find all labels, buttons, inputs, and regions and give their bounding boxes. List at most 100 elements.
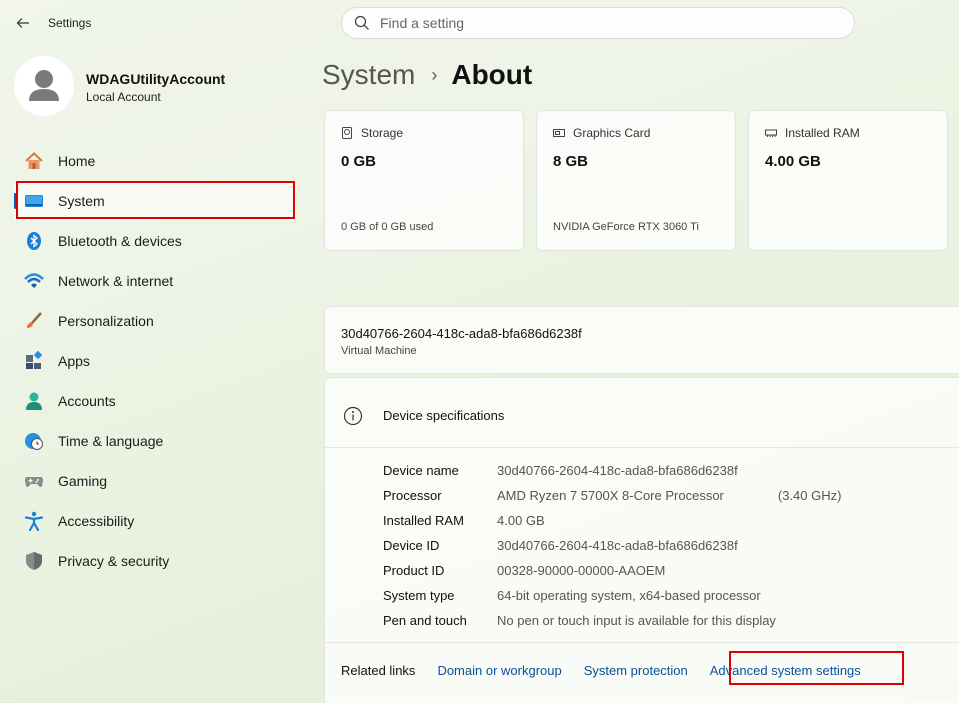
- graphics-model: NVIDIA GeForce RTX 3060 Ti: [553, 221, 699, 233]
- search-input[interactable]: [380, 15, 820, 31]
- title-bar: Settings: [0, 0, 320, 46]
- account-type: Local Account: [86, 90, 161, 104]
- spec-value: 30d40766-2604-418c-ada8-bfa686d6238f: [497, 538, 738, 553]
- storage-card[interactable]: Storage 0 GB 0 GB of 0 GB used: [324, 110, 524, 251]
- sidebar-item-privacy-security[interactable]: Privacy & security: [14, 541, 296, 581]
- graphics-card-title: Graphics Card: [553, 126, 650, 140]
- spec-key: Device ID: [383, 538, 440, 553]
- breadcrumb-parent[interactable]: System: [322, 59, 415, 91]
- device-name: 30d40766-2604-418c-ada8-bfa686d6238f: [341, 326, 582, 341]
- spec-key: System type: [383, 588, 455, 603]
- storage-value: 0 GB: [341, 153, 377, 170]
- sidebar-item-label: Personalization: [58, 313, 154, 329]
- storage-card-title: Storage: [341, 126, 403, 140]
- sidebar-item-apps[interactable]: Apps: [14, 341, 296, 381]
- system-icon: [24, 191, 44, 211]
- related-links-label: Related links: [341, 663, 416, 678]
- sidebar-item-network[interactable]: Network & internet: [14, 261, 296, 301]
- sidebar-item-label: Bluetooth & devices: [58, 233, 182, 249]
- table-row: System type 64-bit operating system, x64…: [383, 583, 841, 608]
- sidebar-item-label: Privacy & security: [58, 553, 170, 569]
- advanced-system-settings-link[interactable]: Advanced system settings: [710, 663, 861, 678]
- arrow-left-icon: [16, 18, 29, 28]
- sidebar-item-label: Apps: [58, 353, 90, 369]
- chevron-right-icon: ›: [431, 64, 438, 85]
- spec-value: AMD Ryzen 7 5700X 8-Core Processor: [497, 488, 724, 503]
- table-row: Product ID 00328-90000-00000-AAOEM: [383, 558, 841, 583]
- sidebar-item-label: Network & internet: [58, 273, 174, 289]
- page-title: About: [451, 59, 533, 90]
- spec-value: 4.00 GB: [497, 513, 545, 528]
- sidebar-nav: Home System Bluetooth & devices Network …: [14, 141, 296, 581]
- sidebar-item-system[interactable]: System: [14, 181, 296, 221]
- accounts-icon: [24, 391, 44, 411]
- sidebar-item-accessibility[interactable]: Accessibility: [14, 501, 296, 541]
- sidebar-item-accounts[interactable]: Accounts: [14, 381, 296, 421]
- storage-icon: [342, 127, 352, 139]
- spec-key: Product ID: [383, 563, 445, 578]
- spec-value: 00328-90000-00000-AAOEM: [497, 563, 666, 578]
- info-icon: [343, 406, 363, 426]
- app-title: Settings: [48, 16, 92, 30]
- device-specifications-panel: Device specifications Device name 30d407…: [324, 377, 959, 703]
- sidebar-item-label: Accounts: [58, 393, 116, 409]
- search-box[interactable]: [341, 7, 855, 39]
- bluetooth-icon: [24, 231, 44, 251]
- spec-value: 30d40766-2604-418c-ada8-bfa686d6238f: [497, 463, 738, 478]
- home-icon: [24, 151, 44, 171]
- shield-icon: [24, 551, 44, 571]
- storage-usage: 0 GB of 0 GB used: [341, 221, 434, 233]
- spec-extra-value: (3.40 GHz): [777, 488, 842, 503]
- clock-globe-icon: [24, 431, 44, 451]
- device-type: Virtual Machine: [341, 345, 417, 357]
- table-row: Pen and touch No pen or touch input is a…: [383, 608, 841, 633]
- related-links: Related links Domain or workgroup System…: [325, 642, 959, 698]
- breadcrumb: System › About: [322, 56, 532, 94]
- graphics-value: 8 GB: [553, 153, 589, 170]
- sidebar-item-label: Time & language: [58, 433, 164, 449]
- table-row: Installed RAM 4.00 GB: [383, 508, 841, 533]
- spec-key: Processor: [383, 488, 442, 503]
- device-specifications-title: Device specifications: [383, 408, 505, 423]
- graphics-title-label: Graphics Card: [573, 126, 651, 140]
- sidebar-item-time-language[interactable]: Time & language: [14, 421, 296, 461]
- accessibility-icon: [24, 511, 44, 531]
- spec-key: Installed RAM: [383, 513, 464, 528]
- ram-card-title: Installed RAM: [765, 126, 860, 140]
- sidebar-item-label: Accessibility: [58, 513, 135, 529]
- spec-value: No pen or touch input is available for t…: [497, 613, 776, 628]
- table-row: Device name 30d40766-2604-418c-ada8-bfa6…: [383, 458, 841, 483]
- sidebar-item-label: System: [58, 193, 105, 209]
- gpu-icon: [553, 129, 565, 137]
- domain-workgroup-link[interactable]: Domain or workgroup: [437, 663, 561, 678]
- sidebar-item-gaming[interactable]: Gaming: [14, 461, 296, 501]
- sidebar-item-home[interactable]: Home: [14, 141, 296, 181]
- brush-icon: [24, 311, 44, 331]
- table-row: Device ID 30d40766-2604-418c-ada8-bfa686…: [383, 533, 841, 558]
- device-name-panel[interactable]: 30d40766-2604-418c-ada8-bfa686d6238f Vir…: [324, 306, 959, 374]
- spec-key: Device name: [383, 463, 459, 478]
- device-specifications-header[interactable]: Device specifications: [325, 378, 959, 448]
- sidebar-item-label: Home: [58, 153, 96, 169]
- sidebar-item-label: Gaming: [58, 473, 108, 489]
- account-name: WDAGUtilityAccount: [86, 71, 226, 87]
- table-row: Processor AMD Ryzen 7 5700X 8-Core Proce…: [383, 483, 841, 508]
- wifi-icon: [24, 271, 44, 291]
- ram-value: 4.00 GB: [765, 153, 821, 170]
- avatar[interactable]: [14, 56, 74, 116]
- storage-title-label: Storage: [361, 126, 404, 140]
- ram-title-label: Installed RAM: [785, 126, 860, 140]
- back-button[interactable]: [12, 12, 34, 34]
- ram-icon: [765, 129, 777, 137]
- user-icon: [29, 70, 59, 101]
- spec-table: Device name 30d40766-2604-418c-ada8-bfa6…: [383, 458, 841, 633]
- spec-value: 64-bit operating system, x64-based proce…: [497, 588, 761, 603]
- gamepad-icon: [24, 471, 44, 491]
- ram-card[interactable]: Installed RAM 4.00 GB: [748, 110, 948, 251]
- sidebar-item-personalization[interactable]: Personalization: [14, 301, 296, 341]
- sidebar-item-bluetooth[interactable]: Bluetooth & devices: [14, 221, 296, 261]
- spec-key: Pen and touch: [383, 613, 467, 628]
- system-protection-link[interactable]: System protection: [584, 663, 688, 678]
- graphics-card[interactable]: Graphics Card 8 GB NVIDIA GeForce RTX 30…: [536, 110, 736, 251]
- search-icon: [354, 15, 369, 30]
